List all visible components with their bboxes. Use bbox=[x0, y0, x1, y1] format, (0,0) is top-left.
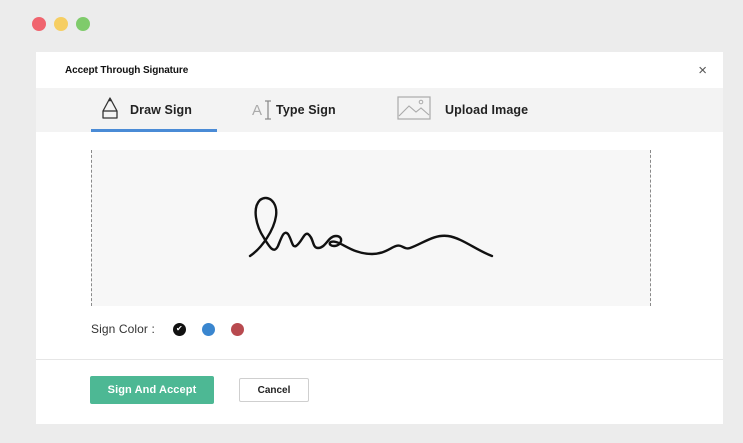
signature-modal: Accept Through Signature × Draw Sign A T… bbox=[36, 52, 723, 424]
modal-title: Accept Through Signature bbox=[65, 64, 189, 76]
tab-draw-sign-label: Draw Sign bbox=[130, 103, 193, 117]
image-icon bbox=[397, 95, 431, 125]
tab-type-sign-label: Type Sign bbox=[276, 103, 336, 117]
active-tab-indicator bbox=[91, 129, 217, 132]
tab-upload-image-label: Upload Image bbox=[445, 103, 529, 117]
window-close-dot[interactable] bbox=[32, 17, 46, 31]
color-swatch-black[interactable]: ✔ bbox=[172, 322, 186, 336]
color-swatch-blue[interactable] bbox=[201, 322, 215, 336]
tab-draw-sign[interactable]: Draw Sign bbox=[100, 88, 192, 132]
footer-divider bbox=[36, 359, 723, 360]
text-cursor-icon: A bbox=[252, 99, 272, 121]
cancel-button[interactable]: Cancel bbox=[239, 378, 309, 402]
sign-color-label: Sign Color : bbox=[91, 322, 155, 336]
signature-canvas[interactable] bbox=[91, 150, 651, 306]
sign-and-accept-button[interactable]: Sign And Accept bbox=[90, 376, 214, 404]
text-cursor-letter: A bbox=[252, 101, 263, 119]
signature-tabs: Draw Sign A Type Sign Upload Image bbox=[36, 88, 723, 132]
modal-header: Accept Through Signature × bbox=[36, 52, 723, 88]
close-icon[interactable]: × bbox=[698, 63, 707, 78]
window-maximize-dot[interactable] bbox=[76, 17, 90, 31]
tab-upload-image[interactable]: Upload Image bbox=[397, 88, 528, 132]
window-controls bbox=[32, 17, 90, 31]
sign-color-row: Sign Color : ✔ bbox=[91, 322, 250, 336]
check-icon: ✔ bbox=[176, 324, 183, 333]
pen-nib-icon bbox=[100, 96, 120, 125]
color-swatch-red[interactable] bbox=[230, 322, 244, 336]
tab-type-sign[interactable]: A Type Sign bbox=[252, 88, 336, 132]
window-minimize-dot[interactable] bbox=[54, 17, 68, 31]
signature-drawing bbox=[248, 196, 494, 258]
